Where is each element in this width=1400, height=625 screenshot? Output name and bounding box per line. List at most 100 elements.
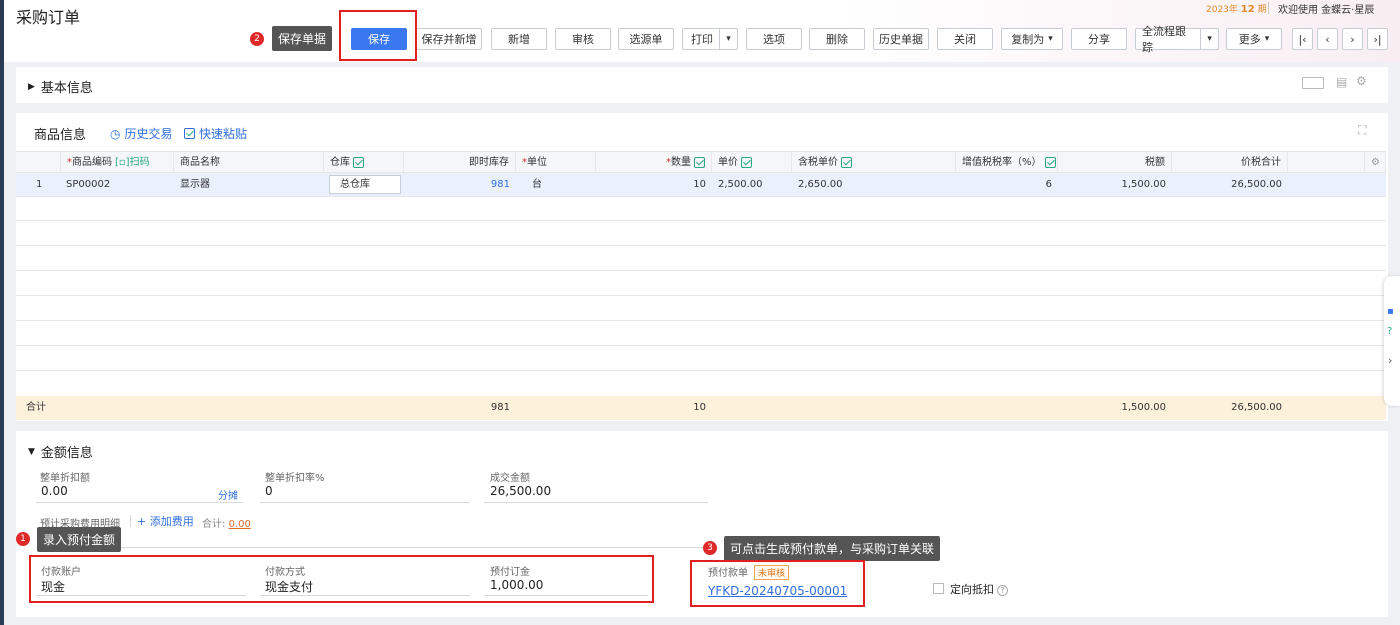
cell-qty[interactable]: 10 [596, 173, 712, 197]
batch-fill-icon[interactable] [353, 156, 364, 168]
prev-record-icon[interactable]: ‹ [1317, 28, 1338, 50]
trace-dropdown-icon[interactable]: ▾ [1200, 29, 1218, 49]
table-row[interactable]: 1 SP00002 显示器 总仓库 981 台 10 2,500.00 2,65… [16, 173, 1386, 197]
table-row-empty[interactable] [16, 222, 1386, 246]
scan-icon[interactable]: [▫]扫码 [115, 157, 150, 168]
field-underline [484, 595, 648, 596]
totals-label: 合计 [26, 402, 46, 413]
chevron-down-icon: ▾ [1264, 34, 1270, 44]
cell-price[interactable]: 2,500.00 [712, 173, 792, 197]
cell-unit[interactable]: 台 [526, 173, 596, 197]
col-price: 单价 [712, 152, 792, 174]
header: 采购订单 2023年 12 期 欢迎使用 金蝶云·星辰 保存 保存并新增 新增 … [0, 0, 1400, 62]
print-dropdown-icon[interactable]: ▾ [719, 29, 737, 49]
add-fee-button[interactable]: + 添加费用 [137, 513, 194, 529]
cell-tax-price[interactable]: 2,650.00 [792, 173, 956, 197]
table-row-empty[interactable] [16, 347, 1386, 371]
left-edge-bar [0, 0, 4, 625]
share-button[interactable]: 分享 [1071, 28, 1127, 50]
cell-total[interactable]: 26,500.00 [1172, 173, 1288, 197]
cell-tax-rate[interactable]: 6 [956, 173, 1058, 197]
tip-badge-1: 1 [16, 532, 30, 546]
discount-amount-input[interactable]: 0.00 [41, 484, 68, 498]
cell-stock[interactable]: 981 [404, 173, 516, 197]
period-indicator[interactable]: 2023年 12 期 [1206, 2, 1267, 15]
deal-amount-value: 26,500.00 [490, 484, 552, 498]
pay-account-select[interactable]: 现金 [41, 578, 65, 595]
col-qty: *数量 [596, 152, 712, 174]
process-trace-button[interactable]: 全流程跟踪 ▾ [1135, 25, 1219, 54]
tip-badge-2: 2 [250, 32, 264, 46]
chevron-right-icon[interactable]: › [1388, 354, 1392, 367]
help-icon[interactable]: ? [1387, 326, 1392, 337]
col-name: 商品名称 [174, 152, 324, 174]
more-button[interactable]: 更多 ▾ [1226, 28, 1282, 50]
prepay-input[interactable]: 1,000.00 [490, 578, 543, 592]
discount-rate-input[interactable]: 0 [265, 484, 273, 498]
amount-info-toggle[interactable]: ▼ 金额信息 [28, 442, 93, 461]
batch-fill-icon[interactable] [694, 156, 705, 168]
table-row-empty[interactable] [16, 297, 1386, 321]
table-row-empty[interactable] [16, 247, 1386, 271]
side-float-panel: ▪ ? › [1384, 276, 1400, 406]
status-badge: 未审核 [754, 565, 790, 580]
last-record-icon[interactable]: ›| [1367, 28, 1388, 50]
table-row-empty[interactable] [16, 272, 1386, 296]
history-trade-link[interactable]: ◷ 历史交易 [110, 125, 173, 142]
options-button[interactable]: 选项 [746, 28, 802, 50]
expand-triangle-icon: ▶ [28, 81, 35, 92]
field-underline [260, 502, 470, 503]
close-button[interactable]: 关闭 [937, 28, 993, 50]
keyboard-icon[interactable] [1302, 77, 1324, 89]
welcome-text[interactable]: 欢迎使用 金蝶云·星辰 [1278, 1, 1374, 16]
field-underline [260, 595, 470, 596]
table-row-empty[interactable] [16, 322, 1386, 346]
totals-row: 合计 981 10 1,500.00 26,500.00 [16, 396, 1386, 420]
table-row-empty[interactable] [16, 197, 1386, 221]
directed-offset-checkbox[interactable] [933, 583, 944, 594]
print-button[interactable]: 打印 ▾ [682, 28, 738, 50]
help-icon[interactable]: ? [997, 585, 1008, 596]
new-button[interactable]: 新增 [491, 28, 547, 50]
tip-save: 保存单据 [272, 26, 333, 51]
pay-account-label: 付款账户 [41, 567, 81, 578]
field-underline [36, 502, 243, 503]
chat-icon[interactable]: ▪ [1387, 306, 1394, 317]
next-record-icon[interactable]: › [1342, 28, 1363, 50]
pay-method-label: 付款方式 [265, 567, 305, 578]
warehouse-input[interactable]: 总仓库 [329, 175, 401, 194]
save-button[interactable]: 保存 [351, 28, 407, 50]
gear-icon[interactable]: ⚙ [1356, 74, 1367, 88]
totals-total: 26,500.00 [1231, 402, 1282, 413]
document-settings-icon[interactable]: ▤ [1336, 75, 1347, 89]
fee-total-value[interactable]: 0.00 [229, 519, 251, 530]
basic-info-toggle[interactable]: ▶ 基本信息 [28, 77, 93, 96]
batch-fill-icon[interactable] [841, 156, 852, 168]
column-settings-icon[interactable]: ⚙ [1364, 152, 1386, 174]
directed-offset-label: 定向抵扣? [950, 581, 1008, 597]
delete-button[interactable]: 删除 [809, 28, 865, 50]
row-number: 1 [36, 179, 43, 190]
fullscreen-icon[interactable]: ⛶ [1358, 123, 1366, 138]
save-and-new-button[interactable]: 保存并新增 [416, 28, 482, 50]
copy-as-button[interactable]: 复制为 ▾ [1001, 28, 1063, 50]
batch-fill-icon[interactable] [1044, 156, 1056, 168]
col-tax-rate: 增值税税率（%） [956, 152, 1058, 174]
select-source-button[interactable]: 选源单 [618, 28, 674, 50]
tip-badge-3: 3 [703, 541, 717, 555]
split-button[interactable]: 分摊 [218, 487, 238, 502]
first-record-icon[interactable]: |‹ [1292, 28, 1313, 50]
pay-method-select[interactable]: 现金支付 [265, 578, 313, 595]
prepay-doc-link[interactable]: YFKD-20240705-00001 [708, 584, 847, 598]
quick-paste-link[interactable]: 快速粘贴 [181, 125, 247, 142]
audit-button[interactable]: 审核 [555, 28, 611, 50]
cell-code[interactable]: SP00002 [60, 173, 174, 197]
cell-tax[interactable]: 1,500.00 [1058, 173, 1172, 197]
fee-total: 合计: 0.00 [202, 519, 251, 530]
cell-name[interactable]: 显示器 [174, 173, 324, 197]
prepay-label: 预付订金 [490, 567, 530, 578]
col-code: *商品编码 [▫]扫码 [60, 152, 174, 174]
history-docs-button[interactable]: 历史单据 [873, 28, 929, 50]
batch-fill-icon[interactable] [741, 156, 752, 168]
paste-icon [184, 128, 195, 139]
